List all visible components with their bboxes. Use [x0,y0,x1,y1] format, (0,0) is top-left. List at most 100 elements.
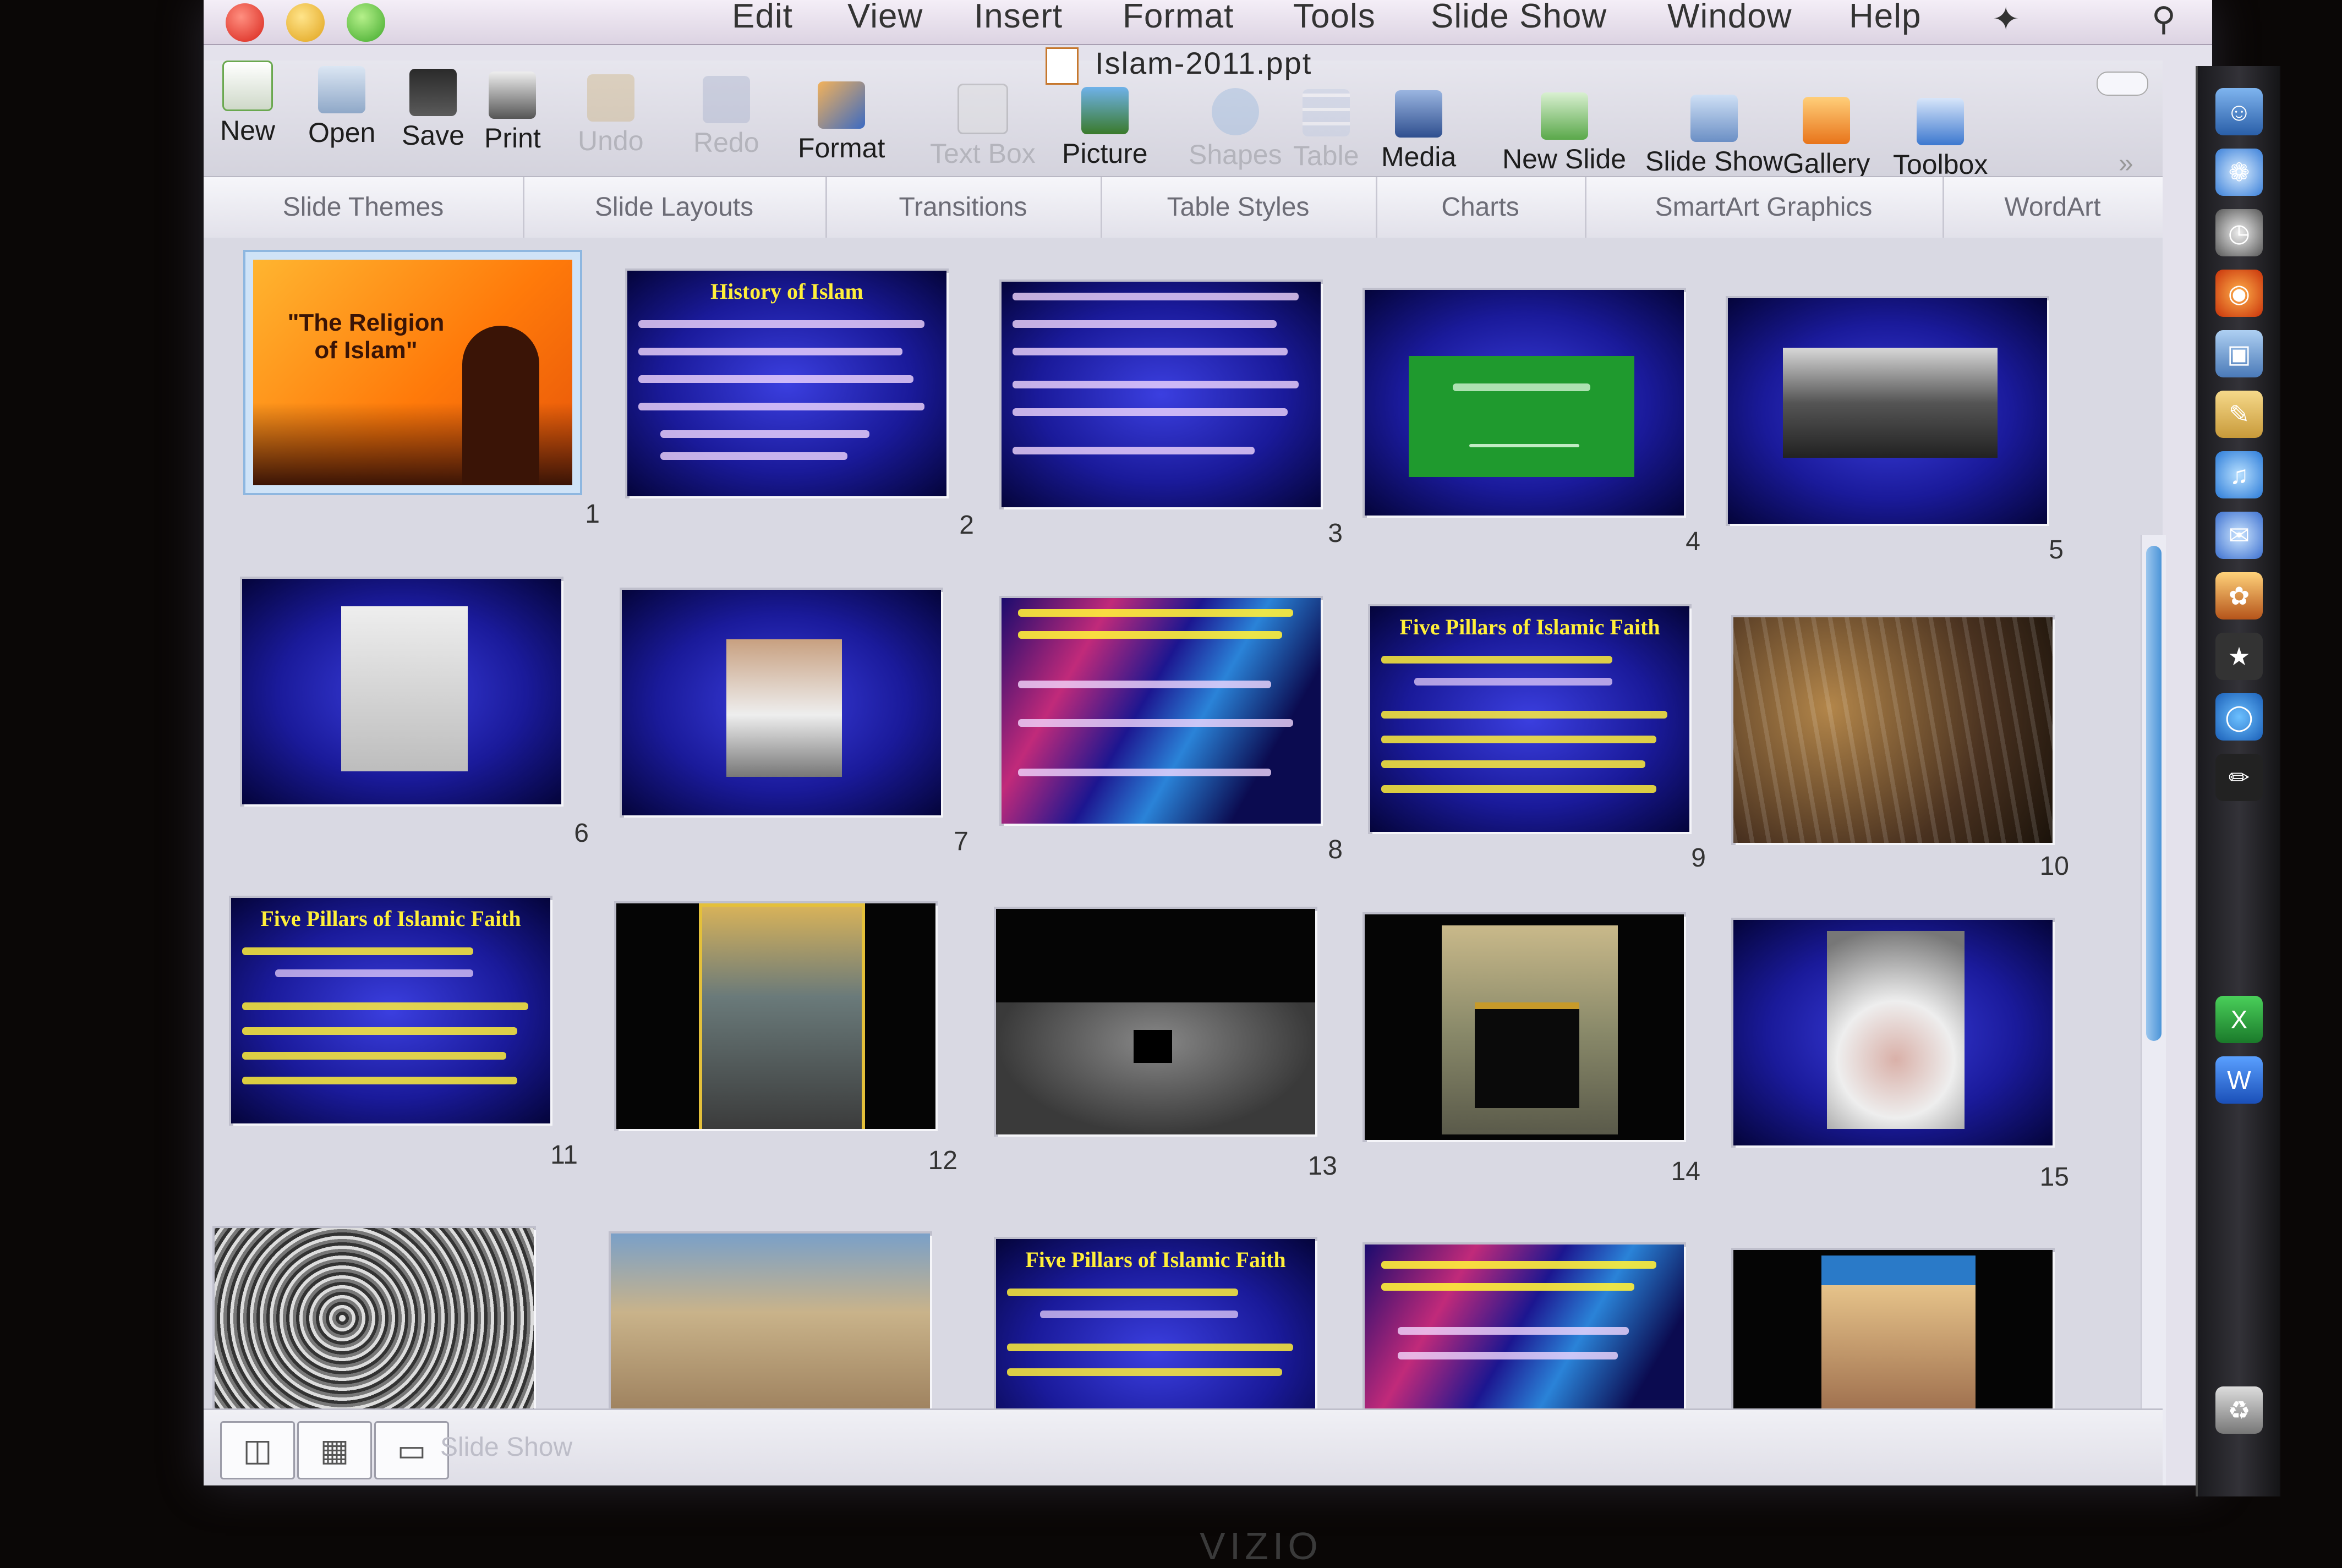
tab-charts[interactable]: Charts [1376,177,1586,238]
protest-photo [726,639,842,777]
preview-icon[interactable]: ▣ [2215,330,2263,377]
tab-smartart-graphics[interactable]: SmartArt Graphics [1585,177,1944,238]
notes-icon[interactable]: ✎ [2215,391,2263,438]
gallery-button[interactable]: Gallery [1783,97,1870,179]
clock-icon[interactable]: ◷ [2215,209,2263,256]
slide-show-button[interactable]: Slide Show [1645,95,1783,177]
chrome-icon[interactable]: ◯ [2215,693,2263,741]
tab-transitions[interactable]: Transitions [825,177,1102,238]
new-slide-button[interactable]: New Slide [1502,92,1626,175]
slide-number: 15 [2039,1163,2069,1192]
view-bar: ◫ ▦ ▭ Slide Show [204,1408,2163,1485]
slide-number: 3 [1328,519,1343,548]
itunes-icon[interactable]: ♫ [2215,451,2263,498]
view-label: Slide Show [440,1433,573,1462]
app-screen: Edit View Insert Format Tools Slide Show… [204,0,2212,1485]
excel-icon[interactable]: X [2215,996,2263,1043]
picture-button[interactable]: Picture [1062,87,1148,169]
kaaba-night-photo [996,1002,1315,1134]
slide-thumbnail[interactable]: History of Islam [627,271,946,496]
slide-thumbnail[interactable] [622,590,941,815]
mail-icon[interactable]: ✉ [2215,512,2263,559]
save-button[interactable]: Save [402,69,464,151]
slide-number: 2 [959,511,974,540]
slide-thumbnail[interactable]: "The Religion of Islam" [253,260,572,485]
menu-insert[interactable]: Insert [974,0,1063,36]
zoom-window-button[interactable] [347,3,385,42]
menu-edit[interactable]: Edit [732,0,793,36]
finder-icon[interactable]: ☺ [2215,88,2263,135]
slide-number: 4 [1686,527,1700,556]
slide-thumbnail[interactable] [1733,617,2053,843]
slide-thumbnail[interactable] [1365,914,1684,1140]
slide-thumbnail[interactable] [996,909,1315,1134]
slideshow-icon [1690,95,1738,142]
dock: ☺ ❁ ◷ ◉ ▣ ✎ ♫ ✉ ✿ ★ ◯ ✏ X W ♻ [2196,66,2280,1496]
media-button[interactable]: Media [1381,90,1456,173]
saudi-flag-image [1409,356,1634,477]
slide-thumbnail[interactable]: Five Pillars of Islamic Faith [231,898,550,1123]
slide-thumbnail[interactable] [1002,598,1321,824]
menu-tools[interactable]: Tools [1293,0,1376,36]
menu-window[interactable]: Window [1667,0,1792,36]
table-button[interactable]: Table [1293,89,1359,172]
star-icon[interactable]: ★ [2215,633,2263,680]
close-window-button[interactable] [226,3,264,42]
pencil-icon[interactable]: ✏ [2215,754,2263,801]
tab-table-styles[interactable]: Table Styles [1101,177,1377,238]
open-button[interactable]: Open [308,66,375,149]
minimize-window-button[interactable] [286,3,325,42]
shapes-icon [1211,88,1259,135]
print-button[interactable]: Print [484,72,541,154]
slide-thumbnail[interactable] [242,579,561,804]
floppy-disk-icon [409,69,457,116]
tab-slide-themes[interactable]: Slide Themes [204,177,524,238]
tab-slide-layouts[interactable]: Slide Layouts [523,177,827,238]
text-box-button[interactable]: Text Box [930,84,1036,169]
slide-sorter-view-button[interactable]: ▦ [297,1421,372,1479]
scrollbar-thumb[interactable] [2146,546,2162,1041]
normal-view-button[interactable]: ◫ [220,1421,295,1479]
menu-help[interactable]: Help [1849,0,1922,36]
menu-view[interactable]: View [847,0,923,36]
slide-number: 12 [928,1146,957,1175]
slide-thumbnail[interactable] [1365,290,1684,516]
window-title: Islam-2011.ppt [1095,46,1312,80]
menu-format[interactable]: Format [1123,0,1234,36]
slide-thumbnail[interactable] [1733,920,2053,1145]
slide-number: 1 [585,500,600,529]
script-menu-icon[interactable]: ✦ [1992,0,2020,39]
undo-button[interactable]: Undo [578,74,644,157]
toolbox-icon [1917,98,1965,145]
monitor-brand-logo: VIZIO [1200,1525,1322,1567]
format-button[interactable]: Format [798,81,885,164]
tab-wordart[interactable]: WordArt [1942,177,2163,238]
slide-show-view-button[interactable]: ▭ [374,1421,449,1479]
spotlight-search-icon[interactable]: ⚲ [2152,0,2176,39]
slide-number: 11 [550,1141,578,1170]
new-button[interactable]: New [220,61,275,146]
vertical-scrollbar[interactable] [2141,535,2166,1485]
shapes-button[interactable]: Shapes [1189,88,1282,171]
word-icon[interactable]: W [2215,1056,2263,1104]
redo-button[interactable]: Redo [693,76,759,158]
firefox-icon[interactable]: ◉ [2215,270,2263,317]
toolbox-button[interactable]: Toolbox [1893,98,1988,180]
protest-photo [1783,348,1998,458]
slide-thumbnail[interactable]: Five Pillars of Islamic Faith [1370,606,1689,832]
menu-slide-show[interactable]: Slide Show [1431,0,1607,36]
slide-thumbnail[interactable] [616,903,935,1129]
slide-number: 7 [954,827,968,856]
slide-thumbnail[interactable] [1002,282,1321,507]
paintbrush-icon [818,81,866,129]
safari-icon[interactable]: ❁ [2215,149,2263,196]
photos-icon[interactable]: ✿ [2215,572,2263,619]
slide-sorter: "The Religion of Islam" 1 History of Isl… [204,238,2166,1485]
slide-thumbnail[interactable] [1728,298,2047,524]
ribbon-tabs: Slide Themes Slide Layouts Transitions T… [204,176,2163,239]
menu-bar: Edit View Insert Format Tools Slide Show… [204,0,2212,45]
toolbar-toggle-button[interactable] [2097,72,2148,96]
trash-icon[interactable]: ♻ [2215,1386,2263,1434]
toolbar-overflow-icon[interactable]: » [2119,149,2133,179]
open-folder-icon [318,66,366,113]
